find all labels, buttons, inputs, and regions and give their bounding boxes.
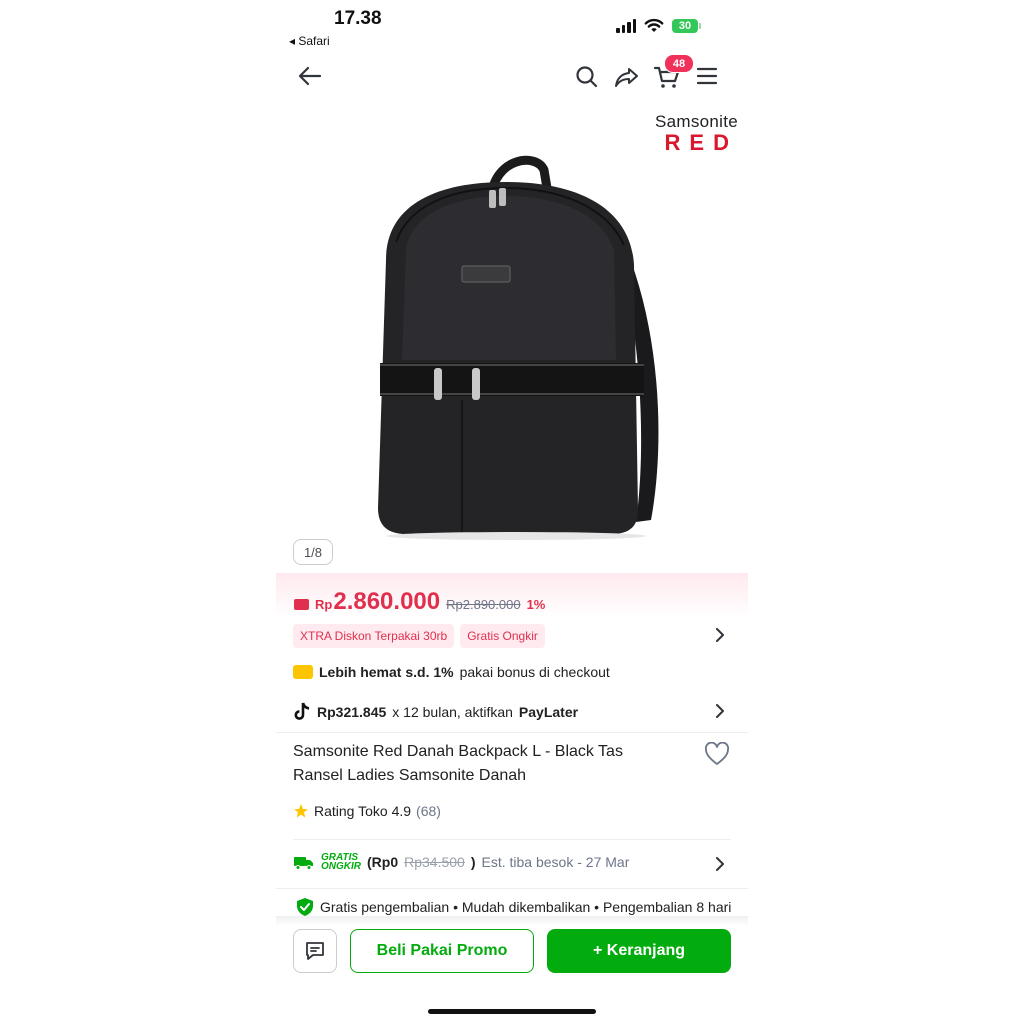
product-image-backpack[interactable]: [366, 150, 666, 540]
star-icon: [294, 804, 308, 818]
back-to-safari-link[interactable]: ◂ Safari: [289, 34, 330, 48]
status-icons: 30: [616, 18, 701, 33]
shipping-row[interactable]: GRATIS ONGKIR (Rp0 Rp34.500 ) Est. tiba …: [293, 853, 630, 872]
discount-percent: 1%: [526, 597, 546, 612]
brand-logo-line1: Samsonite: [654, 112, 738, 131]
chevron-right-icon[interactable]: [715, 704, 725, 718]
promo-badges[interactable]: XTRA Diskon Terpakai 30rb Gratis Ongkir: [293, 624, 545, 648]
chat-button[interactable]: [293, 929, 337, 973]
add-to-cart-button[interactable]: + Keranjang: [547, 929, 731, 973]
rating-count: (68): [416, 803, 441, 819]
shield-check-icon: [297, 898, 313, 916]
paylater-label: PayLater: [518, 704, 579, 720]
search-icon[interactable]: [574, 64, 600, 90]
cart-count-badge: 48: [664, 54, 694, 73]
divider: [293, 839, 731, 840]
cellular-signal-icon: [616, 18, 636, 33]
paylater-amount: Rp321.845: [317, 704, 387, 720]
returns-row[interactable]: Gratis pengembalian • Mudah dikembalikan…: [296, 897, 731, 917]
returns-text: Gratis pengembalian • Mudah dikembalikan…: [320, 899, 732, 915]
hamburger-menu-icon[interactable]: [696, 64, 718, 88]
chevron-right-icon[interactable]: [715, 857, 725, 871]
wishlist-heart-icon[interactable]: [704, 742, 730, 766]
coupon-icon: [294, 599, 309, 610]
paylater-middle: x 12 bulan, aktifkan: [392, 704, 513, 720]
coins-icon: [293, 665, 313, 679]
rating-text: Rating Toko 4.9: [314, 803, 412, 819]
bottom-bar-shadow: [276, 916, 748, 926]
shipping-estimate: Est. tiba besok - 27 Mar: [481, 854, 630, 870]
product-title: Samsonite Red Danah Backpack L - Black T…: [293, 743, 623, 784]
price-row: Rp 2.860.000 Rp2.890.000 1%: [294, 588, 545, 616]
divider: [276, 732, 748, 733]
paylater-row[interactable]: Rp321.845 x 12 bulan, aktifkan PayLater: [293, 702, 578, 722]
store-rating[interactable]: Rating Toko 4.9 (68): [293, 803, 441, 819]
chevron-right-icon[interactable]: [715, 628, 725, 642]
original-price: Rp2.890.000: [446, 597, 521, 612]
image-counter: 1/8: [293, 539, 333, 565]
savings-bold: Lebih hemat s.d. 1%: [319, 664, 454, 680]
savings-row: Lebih hemat s.d. 1% pakai bonus di check…: [293, 664, 610, 680]
badge-xtra-diskon: XTRA Diskon Terpakai 30rb: [293, 624, 455, 648]
savings-rest: pakai bonus di checkout: [459, 664, 610, 680]
price-currency: Rp: [315, 597, 333, 612]
shipping-close-paren: ): [470, 854, 476, 870]
badge-gratis-ongkir: Gratis Ongkir: [460, 624, 545, 648]
shipping-original-price: Rp34.500: [404, 854, 465, 870]
share-icon[interactable]: [613, 64, 641, 90]
back-arrow-icon[interactable]: [296, 62, 324, 90]
tiktok-icon: [294, 702, 310, 720]
gratis-ongkir-logo: GRATIS ONGKIR: [321, 853, 361, 872]
home-indicator[interactable]: [428, 1009, 596, 1014]
buy-with-promo-button[interactable]: Beli Pakai Promo: [350, 929, 534, 973]
shipping-price: (Rp0: [367, 854, 399, 870]
wifi-icon: [644, 18, 664, 32]
product-page: 17.38 ◂ Safari 30 48 Samsonite RED 1/8 R…: [276, 0, 748, 1024]
delivery-truck-icon: [294, 857, 313, 870]
current-price: 2.860.000: [333, 588, 441, 615]
divider: [276, 888, 748, 889]
status-time: 17.38: [334, 8, 382, 29]
gratis-line2: ONGKIR: [321, 861, 361, 872]
battery-icon: 30: [672, 18, 701, 33]
chat-icon: [306, 942, 324, 960]
